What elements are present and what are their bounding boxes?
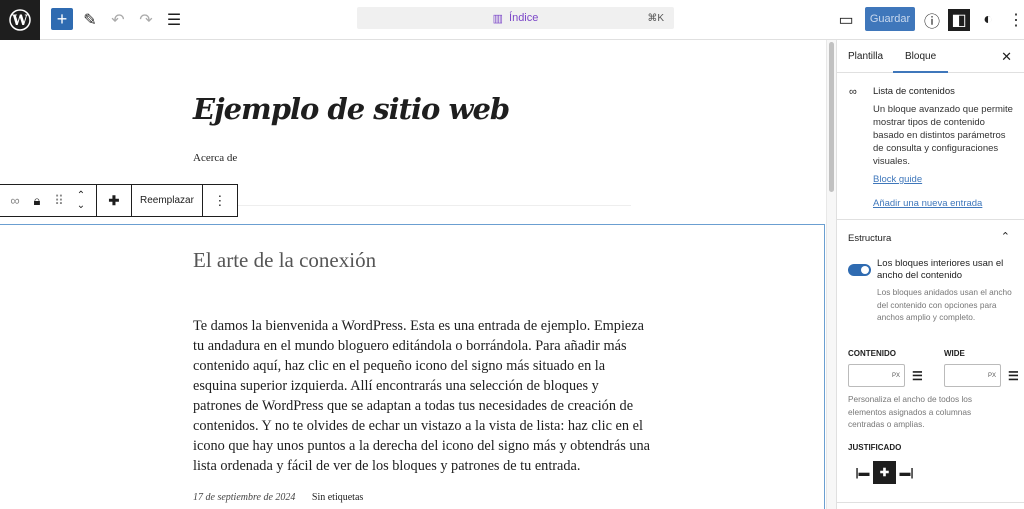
- separator: [233, 205, 631, 206]
- unit-label: PX: [891, 373, 900, 379]
- redo-icon[interactable]: ↷: [134, 8, 158, 32]
- post-meta: 17 de septiembre de 2024 Sin etiquetas: [193, 492, 363, 503]
- query-loop-icon: ∞: [849, 86, 857, 98]
- command-palette-button[interactable]: ▥ Índice ⌘K: [357, 7, 674, 29]
- svg-text:W: W: [11, 13, 28, 29]
- post-excerpt[interactable]: Te damos la bienvenida a WordPress. Esta…: [193, 316, 650, 476]
- lock-icon[interactable]: 🔒︎: [28, 193, 46, 209]
- document-title: Índice: [509, 12, 539, 24]
- post-title[interactable]: El arte de la conexión: [193, 248, 376, 273]
- site-title[interactable]: Ejemplo de sitio web: [193, 92, 510, 126]
- tab-bloque[interactable]: Bloque: [892, 51, 949, 73]
- content-width-input[interactable]: PX: [848, 364, 905, 387]
- toggle-label: Los bloques interiores usan el ancho del…: [877, 258, 1004, 281]
- justify-center-icon[interactable]: ✚: [873, 461, 896, 484]
- block-guide-link[interactable]: Block guide: [873, 174, 922, 185]
- excerpt-line: tu andadura en el mundo bloguero editánd…: [193, 338, 627, 354]
- canvas-scrollbar[interactable]: [826, 40, 836, 509]
- justify-right-icon[interactable]: ▬|: [895, 461, 918, 484]
- justify-left-icon[interactable]: |▬: [851, 461, 874, 484]
- sidebar-tabs: Plantilla Bloque ✕: [837, 40, 1024, 73]
- chevron-up-icon[interactable]: ⌃: [1001, 230, 1010, 243]
- drag-handle-icon[interactable]: ⠿: [50, 193, 68, 209]
- tools-pencil-icon[interactable]: ✎: [78, 8, 102, 32]
- justify-center-icon[interactable]: ✚: [105, 193, 123, 209]
- inner-blocks-toggle[interactable]: [848, 264, 871, 276]
- block-name: Lista de contenidos: [873, 86, 955, 97]
- options-more-icon[interactable]: ⋮: [1004, 8, 1024, 32]
- add-entry-link[interactable]: Añadir una nueva entrada: [873, 198, 982, 209]
- excerpt-line: contenido aquí, haz clic en el pequeño i…: [193, 358, 606, 374]
- panel-title[interactable]: Estructura: [848, 233, 891, 244]
- close-icon[interactable]: ✕: [1001, 49, 1012, 65]
- excerpt-line: contenidos. Y no te olvides de echar un …: [193, 418, 643, 434]
- block-description: Un bloque avanzado que permite mostrar t…: [873, 104, 1013, 167]
- more-options-icon[interactable]: ⋮: [211, 193, 229, 209]
- settings-sidebar-icon[interactable]: ◧: [948, 9, 970, 31]
- shortcut-hint: ⌘K: [647, 12, 664, 24]
- settings-sidebar: Plantilla Bloque ✕ ∞ Lista de contenidos…: [836, 40, 1024, 509]
- width-help: Personaliza el ancho de todos los elemen…: [848, 394, 973, 429]
- block-card: ∞ Lista de contenidos Un bloque avanzado…: [837, 74, 1024, 220]
- excerpt-line: Te damos la bienvenida a WordPress. Esta…: [193, 318, 644, 334]
- move-up-down-icon[interactable]: ⌃ ⌄: [72, 190, 90, 211]
- panel-divider: [837, 502, 1024, 503]
- justify-label: JUSTIFICADO: [848, 443, 902, 452]
- block-toolbar: ∞ 🔒︎ ⠿ ⌃ ⌄ ✚ Reemplazar ⋮: [0, 184, 238, 217]
- editor-canvas[interactable]: Ejemplo de sitio web Acerca de ∞ 🔒︎ ⠿ ⌃ ⌄…: [0, 40, 826, 509]
- replace-button[interactable]: Reemplazar: [132, 185, 203, 216]
- save-button[interactable]: Guardar: [865, 7, 915, 31]
- top-toolbar: W + ✎ ↶ ↷ ☰ ▥ Índice ⌘K ▭ Guardar ⓘ ◧ ◐ …: [0, 0, 1024, 40]
- preview-device-icon[interactable]: ▭: [834, 8, 858, 32]
- wide-width-icon: ☰: [1008, 369, 1019, 383]
- styles-icon[interactable]: ◐: [976, 8, 1000, 32]
- scrollbar-thumb[interactable]: [829, 42, 834, 192]
- tab-plantilla[interactable]: Plantilla: [848, 51, 883, 62]
- template-icon: ▥: [492, 12, 504, 25]
- unit-label: PX: [987, 373, 996, 379]
- query-loop-icon[interactable]: ∞: [6, 193, 24, 208]
- excerpt-line: patrones de WordPress que se adaptan a t…: [193, 398, 634, 414]
- help-icon[interactable]: ⓘ: [920, 8, 944, 32]
- excerpt-line: lista ordenada y fácil de ver de los blo…: [193, 458, 581, 474]
- wordpress-logo-button[interactable]: W: [0, 0, 40, 40]
- list-view-icon[interactable]: ☰: [162, 8, 186, 32]
- content-width-label: CONTENIDO: [848, 349, 896, 358]
- post-date: 17 de septiembre de 2024: [193, 492, 296, 503]
- toggle-help: Los bloques anidados usan el ancho del c…: [877, 287, 1012, 322]
- wordpress-icon: W: [9, 9, 31, 31]
- content-width-icon: ☰: [912, 369, 923, 383]
- undo-icon[interactable]: ↶: [106, 8, 130, 32]
- wide-width-input[interactable]: PX: [944, 364, 1001, 387]
- post-tags: Sin etiquetas: [311, 492, 364, 503]
- wide-width-label: WIDE: [944, 349, 965, 358]
- excerpt-line: icono que hay unos puntos a la derecha d…: [193, 438, 650, 454]
- nav-link-acerca[interactable]: Acerca de: [193, 152, 237, 164]
- excerpt-line: esquina superior izquierda. Allí encontr…: [193, 378, 599, 394]
- add-block-button[interactable]: +: [51, 8, 73, 30]
